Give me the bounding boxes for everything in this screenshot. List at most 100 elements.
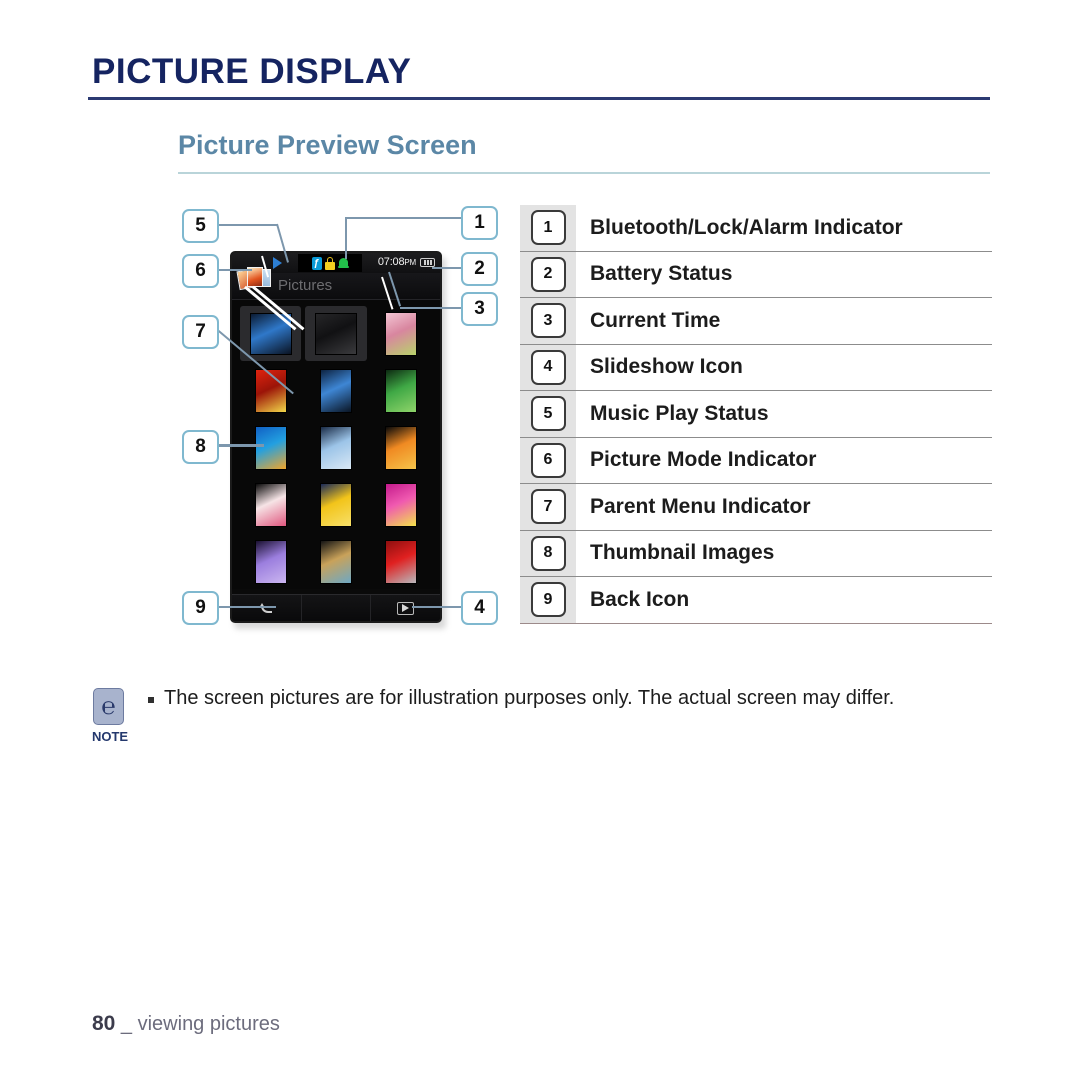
- legend-number-badge: 6: [520, 438, 576, 484]
- legend-number: 6: [530, 442, 566, 478]
- leader-line-1b: [345, 217, 347, 259]
- note-bullet-icon: [148, 697, 154, 703]
- callout-1-number: 1: [474, 212, 485, 233]
- callout-1: 1: [461, 206, 498, 240]
- bottom-bar-middle: [302, 595, 372, 621]
- footer-page-number: 80: [92, 1012, 116, 1035]
- callout-3: 3: [461, 292, 498, 326]
- legend-number-badge: 1: [520, 205, 576, 251]
- legend-number: 7: [530, 489, 566, 525]
- thumbnail-cell[interactable]: [371, 363, 432, 418]
- back-arrow-icon: [258, 602, 274, 615]
- indicator-group: ƒ: [298, 254, 362, 272]
- legend-label: Thumbnail Images: [590, 541, 775, 565]
- play-icon: [273, 257, 282, 269]
- leader-line-9: [216, 606, 276, 608]
- thumbnail-image: [385, 368, 418, 413]
- legend-label: Back Icon: [590, 587, 690, 611]
- thumbnail-image: [254, 482, 287, 527]
- thumbnail-image: [254, 425, 287, 470]
- battery-icon: [420, 258, 435, 267]
- callout-5: 5: [182, 209, 219, 243]
- thumbnail-image: [314, 312, 357, 355]
- parent-menu-label: Pictures: [278, 277, 333, 294]
- callout-7: 7: [182, 315, 219, 349]
- thumbnail-image: [254, 539, 287, 584]
- time-value: 07:08: [377, 256, 405, 268]
- footer-label: viewing pictures: [137, 1013, 280, 1035]
- thumbnail-cell[interactable]: [240, 534, 301, 589]
- leader-line-6: [216, 269, 252, 271]
- leader-line-8: [216, 444, 264, 447]
- legend-table: 1 Bluetooth/Lock/Alarm Indicator 2 Battery …: [520, 205, 992, 624]
- section-title: Picture Preview Screen: [178, 130, 477, 160]
- slideshow-play-icon: [397, 601, 415, 615]
- back-button[interactable]: [232, 595, 302, 621]
- callout-8-number: 8: [195, 436, 206, 457]
- legend-number-badge: 4: [520, 345, 576, 391]
- legend-row: 8 Thumbnail Images: [520, 531, 992, 577]
- thumbnail-cell[interactable]: [305, 534, 366, 589]
- callout-2-number: 2: [474, 258, 485, 279]
- legend-label: Parent Menu Indicator: [590, 494, 811, 518]
- thumbnail-cell[interactable]: [371, 306, 432, 361]
- callout-3-number: 3: [474, 298, 485, 319]
- thumbnail-image: [385, 482, 418, 527]
- time-meridiem: PM: [404, 258, 416, 267]
- legend-number-badge: 2: [520, 252, 576, 298]
- thumbnail-cell[interactable]: [240, 420, 301, 475]
- note-glyph: ℮: [101, 693, 116, 720]
- legend-number: 1: [530, 210, 566, 246]
- legend-number-badge: 5: [520, 391, 576, 437]
- slideshow-button[interactable]: [371, 595, 440, 621]
- thumbnail-cell[interactable]: [305, 477, 366, 532]
- thumbnail-cell[interactable]: [305, 306, 367, 361]
- leader-line-3b: [400, 307, 462, 309]
- current-time: 07:08PM: [378, 256, 416, 268]
- legend-label: Slideshow Icon: [590, 355, 743, 379]
- note-text: The screen pictures are for illustration…: [164, 687, 895, 709]
- legend-number-badge: 7: [520, 484, 576, 530]
- thumbnail-cell[interactable]: [305, 420, 366, 475]
- legend-label: Bluetooth/Lock/Alarm Indicator: [590, 215, 903, 239]
- thumbnail-image: [319, 425, 352, 470]
- legend-row: 3 Current Time: [520, 298, 992, 345]
- note-pen-icon: ℮: [93, 688, 124, 725]
- thumbnail-cell[interactable]: [240, 477, 301, 532]
- thumbnail-cell[interactable]: [371, 534, 432, 589]
- thumbnail-cell[interactable]: [371, 420, 432, 475]
- leader-line-5: [216, 224, 278, 226]
- legend-number-badge: 9: [520, 577, 576, 623]
- lock-icon: [324, 256, 335, 270]
- note-caption: NOTE: [91, 729, 129, 744]
- legend-number: 3: [530, 303, 566, 339]
- thumbnail-image: [319, 482, 352, 527]
- thumbnail-cell[interactable]: [240, 306, 302, 361]
- thumbnail-cell[interactable]: [305, 363, 366, 418]
- footer-separator: _: [120, 1013, 133, 1035]
- callout-9: 9: [182, 591, 219, 625]
- legend-label: Current Time: [590, 308, 721, 332]
- legend-number-badge: 3: [520, 298, 576, 344]
- thumbnail-image: [319, 539, 352, 584]
- legend-number: 8: [530, 535, 566, 571]
- legend-number: 5: [530, 396, 566, 432]
- leader-line-2: [432, 267, 462, 269]
- callout-6-number: 6: [195, 260, 206, 281]
- thumbnail-image: [385, 425, 418, 470]
- legend-label: Picture Mode Indicator: [590, 448, 817, 472]
- legend-row: 2 Battery Status: [520, 252, 992, 298]
- legend-row: 6 Picture Mode Indicator: [520, 438, 992, 484]
- legend-number: 2: [530, 256, 566, 292]
- legend-number-badge: 8: [520, 531, 576, 577]
- thumbnail-image: [385, 311, 418, 356]
- thumbnail-cell[interactable]: [371, 477, 432, 532]
- legend-label: Battery Status: [590, 262, 733, 286]
- footer: 80 _ viewing pictures: [92, 1012, 280, 1036]
- thumbnail-image: [385, 539, 418, 584]
- leader-line-1: [345, 217, 463, 219]
- legend-row: 4 Slideshow Icon: [520, 345, 992, 391]
- callout-4: 4: [461, 591, 498, 625]
- thumbnail-image: [319, 368, 352, 413]
- title-divider: [88, 97, 990, 100]
